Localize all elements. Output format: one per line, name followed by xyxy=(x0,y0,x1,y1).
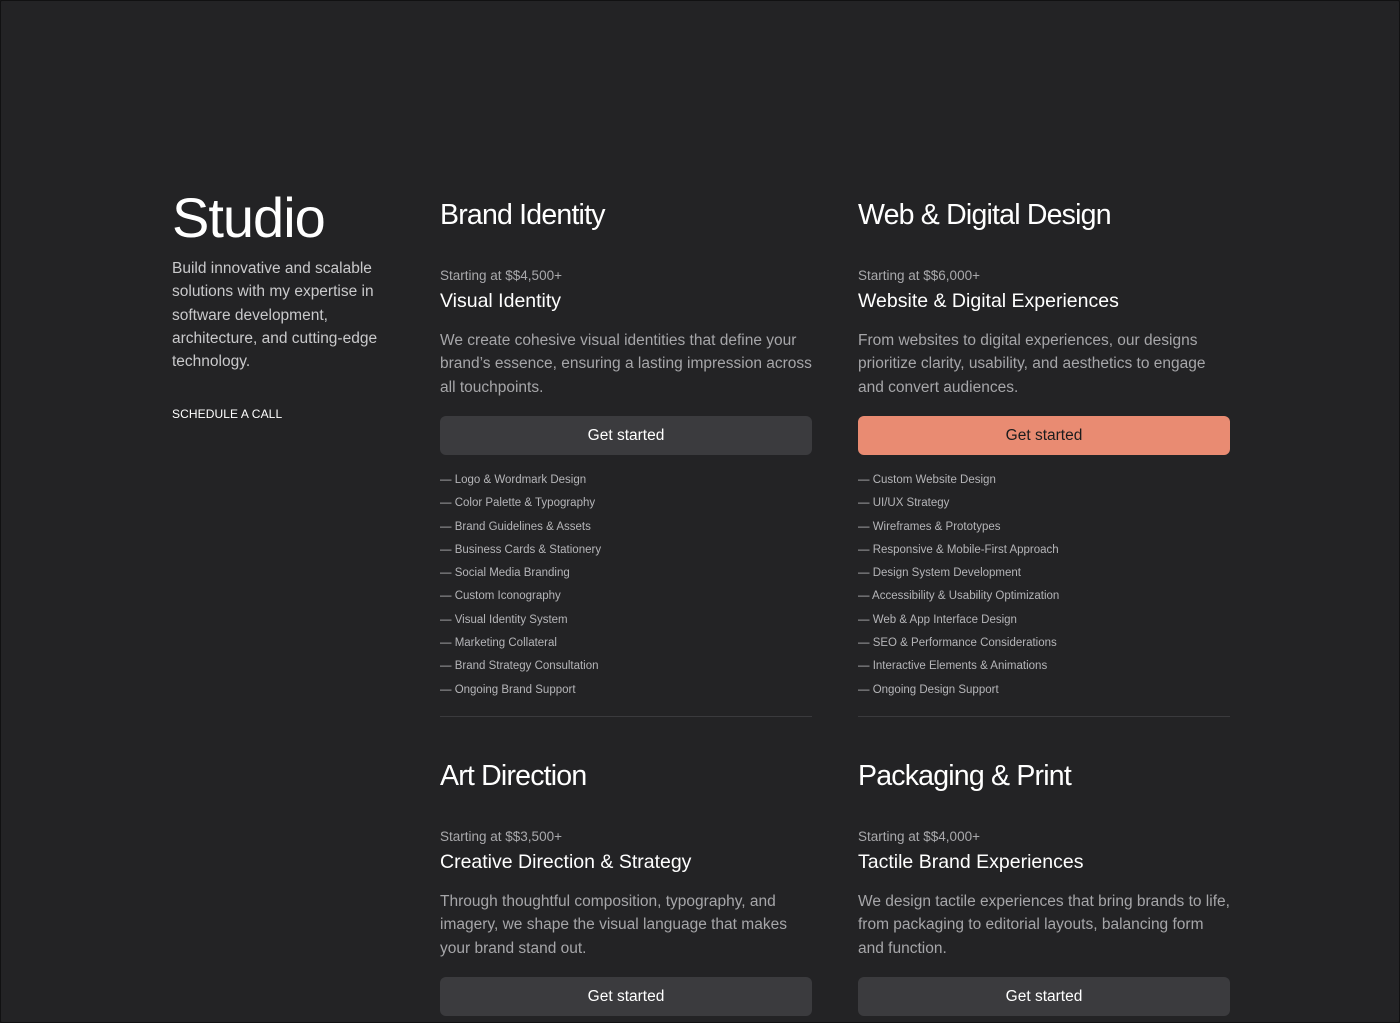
service-title: Brand Identity xyxy=(440,199,605,231)
service-title: Packaging & Print xyxy=(858,760,1072,792)
get-started-button[interactable]: Get started xyxy=(440,977,812,1016)
feature-item: — Custom Website Design xyxy=(858,474,996,486)
service-card-art-direction: Art Direction Starting at $$3,500+ Creat… xyxy=(440,758,812,1016)
feature-item: — Brand Guidelines & Assets xyxy=(440,520,591,533)
feature-item: — Ongoing Design Support xyxy=(858,683,999,696)
service-card-brand-identity: Brand Identity Starting at $$4,500+ Visu… xyxy=(440,197,812,702)
feature-item: — Business Cards & Stationery xyxy=(440,543,602,556)
service-price: Starting at $$3,500+ xyxy=(440,829,562,844)
feature-item: — Custom Iconography xyxy=(440,590,561,603)
feature-item: — Wireframes & Prototypes xyxy=(858,520,1001,533)
service-card-packaging-print: Packaging & Print Starting at $$4,000+ T… xyxy=(858,758,1230,1016)
feature-item: — Visual Identity System xyxy=(440,613,568,626)
feature-list: — Custom Website Design — UI/UX Strategy… xyxy=(858,469,1230,702)
feature-item: — SEO & Performance Considerations xyxy=(858,637,1057,650)
service-subtitle: Creative Direction & Strategy xyxy=(440,851,692,873)
service-description: We create cohesive visual identities tha… xyxy=(440,332,812,396)
feature-item: — Interactive Elements & Animations xyxy=(858,660,1048,673)
service-description: Through thoughtful composition, typograp… xyxy=(440,893,787,957)
service-title: Art Direction xyxy=(440,760,587,792)
service-subtitle: Visual Identity xyxy=(440,290,562,312)
section-divider xyxy=(858,716,1230,717)
feature-item: — Brand Strategy Consultation xyxy=(440,660,599,673)
feature-item: — Accessibility & Usability Optimization xyxy=(858,590,1060,603)
service-card-web-digital-design: Web & Digital Design Starting at $$6,000… xyxy=(858,197,1230,702)
section-divider xyxy=(440,716,812,717)
schedule-call-link[interactable]: SCHEDULE A CALL xyxy=(172,405,282,423)
service-subtitle: Tactile Brand Experiences xyxy=(858,851,1084,873)
service-price: Starting at $$6,000+ xyxy=(858,268,980,283)
feature-list: — Logo & Wordmark Design — Color Palette… xyxy=(440,469,812,702)
feature-item: — UI/UX Strategy xyxy=(858,497,950,510)
page-title: Studio xyxy=(172,186,326,249)
get-started-button[interactable]: Get started xyxy=(440,416,812,455)
feature-item: — Marketing Collateral xyxy=(440,637,557,650)
feature-item: — Design System Development xyxy=(858,567,1021,580)
service-description: We design tactile experiences that bring… xyxy=(858,893,1230,957)
get-started-button-highlighted[interactable]: Get started xyxy=(858,416,1230,455)
intro-description: Build innovative and scalable solutions … xyxy=(172,260,378,371)
service-price: Starting at $$4,000+ xyxy=(858,829,980,844)
feature-item: — Ongoing Brand Support xyxy=(440,683,576,696)
studio-intro: Studio Build innovative and scalable sol… xyxy=(172,187,387,423)
feature-item: — Logo & Wordmark Design xyxy=(440,474,587,486)
service-title: Web & Digital Design xyxy=(858,199,1112,231)
studio-pricing-page: Studio Build innovative and scalable sol… xyxy=(0,0,1400,1023)
get-started-button[interactable]: Get started xyxy=(858,977,1230,1016)
feature-item: — Web & App Interface Design xyxy=(858,613,1017,626)
feature-item: — Color Palette & Typography xyxy=(440,497,596,510)
service-description: From websites to digital experiences, ou… xyxy=(858,332,1206,396)
service-subtitle: Website & Digital Experiences xyxy=(858,290,1119,312)
feature-item: — Social Media Branding xyxy=(440,567,570,580)
service-price: Starting at $$4,500+ xyxy=(440,268,562,283)
feature-item: — Responsive & Mobile-First Approach xyxy=(858,543,1059,556)
